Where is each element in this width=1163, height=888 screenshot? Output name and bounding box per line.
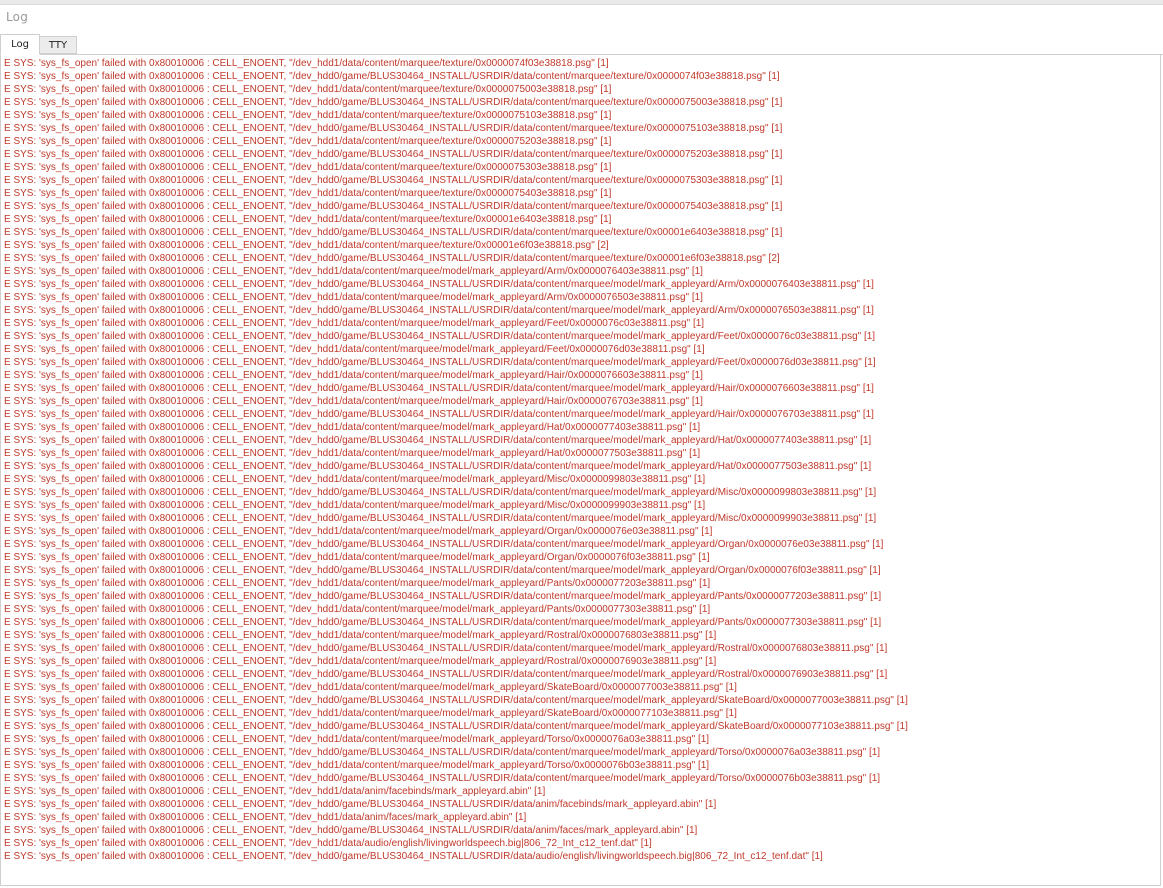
log-line: E SYS: 'sys_fs_open' failed with 0x80010… xyxy=(4,773,881,784)
log-line: E SYS: 'sys_fs_open' failed with 0x80010… xyxy=(4,253,780,264)
log-line: E SYS: 'sys_fs_open' failed with 0x80010… xyxy=(4,201,783,212)
log-line: E SYS: 'sys_fs_open' failed with 0x80010… xyxy=(4,279,874,290)
log-line: E SYS: 'sys_fs_open' failed with 0x80010… xyxy=(4,175,783,186)
log-line: E SYS: 'sys_fs_open' failed with 0x80010… xyxy=(4,799,717,810)
log-line: E SYS: 'sys_fs_open' failed with 0x80010… xyxy=(4,188,612,199)
tab-tty[interactable]: TTY xyxy=(40,36,77,54)
log-line: E SYS: 'sys_fs_open' failed with 0x80010… xyxy=(4,513,877,524)
log-line: E SYS: 'sys_fs_open' failed with 0x80010… xyxy=(4,630,717,641)
log-line: E SYS: 'sys_fs_open' failed with 0x80010… xyxy=(4,396,703,407)
log-line: E SYS: 'sys_fs_open' failed with 0x80010… xyxy=(4,110,612,121)
log-line: E SYS: 'sys_fs_open' failed with 0x80010… xyxy=(4,539,884,550)
log-line: E SYS: 'sys_fs_open' failed with 0x80010… xyxy=(4,656,717,667)
log-line: E SYS: 'sys_fs_open' failed with 0x80010… xyxy=(4,825,698,836)
log-line: E SYS: 'sys_fs_open' failed with 0x80010… xyxy=(4,838,652,849)
log-line: E SYS: 'sys_fs_open' failed with 0x80010… xyxy=(4,266,703,277)
log-line: E SYS: 'sys_fs_open' failed with 0x80010… xyxy=(4,58,609,69)
window-top-strip xyxy=(0,0,1163,5)
log-list: E SYS: 'sys_fs_open' failed with 0x80010… xyxy=(4,57,908,863)
log-line: E SYS: 'sys_fs_open' failed with 0x80010… xyxy=(4,461,872,472)
log-line: E SYS: 'sys_fs_open' failed with 0x80010… xyxy=(4,721,908,732)
log-line: E SYS: 'sys_fs_open' failed with 0x80010… xyxy=(4,682,737,693)
log-line: E SYS: 'sys_fs_open' failed with 0x80010… xyxy=(4,344,705,355)
log-line: E SYS: 'sys_fs_open' failed with 0x80010… xyxy=(4,71,780,82)
log-line: E SYS: 'sys_fs_open' failed with 0x80010… xyxy=(4,695,908,706)
log-line: E SYS: 'sys_fs_open' failed with 0x80010… xyxy=(4,331,876,342)
tab-log[interactable]: Log xyxy=(0,34,40,55)
log-line: E SYS: 'sys_fs_open' failed with 0x80010… xyxy=(4,227,783,238)
log-line: E SYS: 'sys_fs_open' failed with 0x80010… xyxy=(4,617,882,628)
log-line: E SYS: 'sys_fs_open' failed with 0x80010… xyxy=(4,604,711,615)
log-line: E SYS: 'sys_fs_open' failed with 0x80010… xyxy=(4,643,888,654)
log-line: E SYS: 'sys_fs_open' failed with 0x80010… xyxy=(4,240,609,251)
log-line: E SYS: 'sys_fs_open' failed with 0x80010… xyxy=(4,760,710,771)
log-line: E SYS: 'sys_fs_open' failed with 0x80010… xyxy=(4,383,874,394)
log-line: E SYS: 'sys_fs_open' failed with 0x80010… xyxy=(4,708,737,719)
log-line: E SYS: 'sys_fs_open' failed with 0x80010… xyxy=(4,97,783,108)
log-line: E SYS: 'sys_fs_open' failed with 0x80010… xyxy=(4,851,823,862)
log-line: E SYS: 'sys_fs_open' failed with 0x80010… xyxy=(4,305,874,316)
log-line: E SYS: 'sys_fs_open' failed with 0x80010… xyxy=(4,409,874,420)
log-line: E SYS: 'sys_fs_open' failed with 0x80010… xyxy=(4,84,612,95)
log-line: E SYS: 'sys_fs_open' failed with 0x80010… xyxy=(4,292,703,303)
log-line: E SYS: 'sys_fs_open' failed with 0x80010… xyxy=(4,136,612,147)
log-line: E SYS: 'sys_fs_open' failed with 0x80010… xyxy=(4,370,703,381)
log-line: E SYS: 'sys_fs_open' failed with 0x80010… xyxy=(4,747,881,758)
log-line: E SYS: 'sys_fs_open' failed with 0x80010… xyxy=(4,318,705,329)
log-line: E SYS: 'sys_fs_open' failed with 0x80010… xyxy=(4,500,706,511)
log-line: E SYS: 'sys_fs_open' failed with 0x80010… xyxy=(4,422,701,433)
log-line: E SYS: 'sys_fs_open' failed with 0x80010… xyxy=(4,591,882,602)
log-line: E SYS: 'sys_fs_open' failed with 0x80010… xyxy=(4,786,546,797)
log-line: E SYS: 'sys_fs_open' failed with 0x80010… xyxy=(4,669,888,680)
log-line: E SYS: 'sys_fs_open' failed with 0x80010… xyxy=(4,448,701,459)
log-line: E SYS: 'sys_fs_open' failed with 0x80010… xyxy=(4,435,872,446)
log-line: E SYS: 'sys_fs_open' failed with 0x80010… xyxy=(4,487,877,498)
log-line: E SYS: 'sys_fs_open' failed with 0x80010… xyxy=(4,734,710,745)
log-line: E SYS: 'sys_fs_open' failed with 0x80010… xyxy=(4,552,710,563)
log-line: E SYS: 'sys_fs_open' failed with 0x80010… xyxy=(4,162,612,173)
panel-title: Log xyxy=(6,10,29,24)
log-line: E SYS: 'sys_fs_open' failed with 0x80010… xyxy=(4,123,783,134)
log-line: E SYS: 'sys_fs_open' failed with 0x80010… xyxy=(4,578,711,589)
log-line: E SYS: 'sys_fs_open' failed with 0x80010… xyxy=(4,149,783,160)
log-line: E SYS: 'sys_fs_open' failed with 0x80010… xyxy=(4,526,713,537)
log-line: E SYS: 'sys_fs_open' failed with 0x80010… xyxy=(4,565,881,576)
log-line: E SYS: 'sys_fs_open' failed with 0x80010… xyxy=(4,812,527,823)
log-output-area[interactable]: E SYS: 'sys_fs_open' failed with 0x80010… xyxy=(0,55,1161,886)
log-line: E SYS: 'sys_fs_open' failed with 0x80010… xyxy=(4,357,876,368)
log-line: E SYS: 'sys_fs_open' failed with 0x80010… xyxy=(4,474,706,485)
log-line: E SYS: 'sys_fs_open' failed with 0x80010… xyxy=(4,214,612,225)
tab-bar: Log TTY xyxy=(0,34,1163,55)
